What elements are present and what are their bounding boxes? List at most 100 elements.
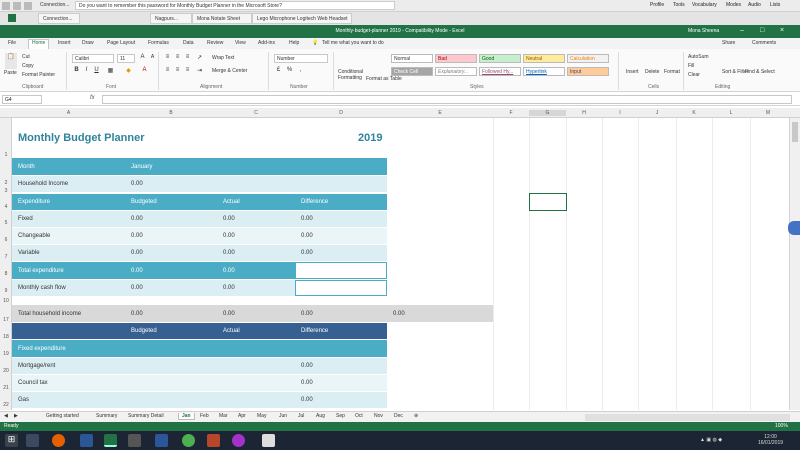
gas-label[interactable]: Gas (12, 392, 125, 408)
mortgage-rent-label[interactable]: Mortgage/rent (12, 358, 125, 374)
style-good[interactable]: Good (479, 54, 521, 63)
paste-icon[interactable]: 📋 (5, 53, 17, 69)
scrollbar-thumb[interactable] (792, 122, 798, 142)
firefox-icon[interactable] (52, 434, 65, 447)
col-header-g[interactable]: G (529, 110, 566, 116)
tab-home[interactable]: Home (28, 39, 50, 49)
sheet-tab-nov[interactable]: Nov (374, 413, 383, 419)
row-variable-label[interactable]: Variable (12, 245, 125, 261)
row-changeable-difference[interactable]: 0.00 (295, 228, 387, 244)
row-header[interactable]: 6 (0, 237, 12, 243)
back-icon[interactable] (2, 2, 10, 10)
total-expenditure-label[interactable]: Total expenditure (12, 262, 125, 279)
vertical-scrollbar[interactable] (789, 118, 800, 410)
row-header[interactable]: 21 (0, 385, 12, 391)
fill-color-icon[interactable]: ◆ (124, 67, 133, 75)
row-variable-difference[interactable]: 0.00 (295, 245, 387, 261)
menu-audio[interactable]: Audio (748, 2, 761, 8)
forward-icon[interactable] (13, 2, 21, 10)
tab-data[interactable]: Data (183, 40, 194, 46)
minimize-icon[interactable]: – (740, 27, 744, 34)
style-hyperlink[interactable]: Hyperlink (523, 67, 565, 76)
col-header-k[interactable]: K (676, 110, 712, 116)
format-as-table-button[interactable]: Format as Table (366, 76, 402, 82)
row-header[interactable]: 9 (0, 288, 12, 294)
row-header[interactable]: 20 (0, 368, 12, 374)
council-tax-budgeted[interactable] (125, 375, 217, 391)
comma-icon[interactable]: , (296, 67, 305, 75)
row-header[interactable]: 8 (0, 271, 12, 277)
underline-icon[interactable]: U (92, 67, 101, 75)
sheet-prev-icon[interactable]: ◀ (4, 413, 8, 419)
grow-font-icon[interactable]: A (138, 54, 147, 62)
row-header[interactable]: 10 (0, 298, 12, 304)
cut-button[interactable]: Cut (22, 54, 30, 60)
col-header-d[interactable]: D (295, 110, 387, 116)
col-header-b[interactable]: B (125, 110, 217, 116)
household-income-value[interactable]: 0.00 (125, 176, 387, 192)
visual-studio-icon[interactable] (80, 434, 93, 447)
menu-profile[interactable]: Profile (650, 2, 664, 8)
col-header-f[interactable]: F (493, 110, 529, 116)
total-household-income-e[interactable]: 0.00 (387, 305, 493, 322)
tell-me-input[interactable]: Tell me what you want to do (322, 40, 384, 46)
percent-icon[interactable]: % (285, 67, 294, 75)
style-bad[interactable]: Bad (435, 54, 477, 63)
app-icon[interactable] (128, 434, 141, 447)
row-variable-budgeted[interactable]: 0.00 (125, 245, 217, 261)
mortgage-rent-difference[interactable]: 0.00 (295, 358, 387, 374)
currency-icon[interactable]: £ (274, 67, 283, 75)
zoom-level[interactable]: 100% (775, 423, 788, 429)
side-panel-badge-icon[interactable] (788, 221, 800, 235)
section2-header-budgeted[interactable]: Budgeted (125, 323, 217, 339)
formula-input[interactable] (102, 95, 792, 104)
col-header-c[interactable]: C (217, 110, 295, 116)
font-color-icon[interactable]: A (140, 67, 149, 75)
clear-button[interactable]: Clear (688, 72, 700, 78)
row-header[interactable]: 19 (0, 351, 12, 357)
excel-taskbar-icon[interactable] (104, 434, 117, 447)
section2-header-blank[interactable] (12, 323, 125, 339)
menu-lists[interactable]: Lists (770, 2, 780, 8)
row-header[interactable]: 7 (0, 254, 12, 260)
sheet-tab-jan[interactable]: Jan (178, 413, 195, 420)
row-header[interactable]: 5 (0, 220, 12, 226)
tab-view[interactable]: View (235, 40, 246, 46)
section2-header-difference[interactable]: Difference (295, 323, 387, 339)
row-header[interactable]: 22 (0, 402, 12, 408)
sheet-tab-summary[interactable]: Summary (96, 413, 117, 419)
fx-icon[interactable]: fx (90, 95, 95, 101)
tab-formulas[interactable]: Formulas (148, 40, 169, 46)
orientation-icon[interactable]: ↗ (195, 54, 204, 62)
sheet-tab-jun[interactable]: Jun (279, 413, 287, 419)
row-header[interactable]: 17 (0, 317, 12, 323)
total-household-income-label[interactable]: Total household income (12, 305, 125, 322)
add-sheet-icon[interactable]: ⊕ (414, 413, 418, 419)
align-right-icon[interactable]: ≡ (183, 67, 192, 75)
col-header-a[interactable]: A (12, 110, 125, 116)
home-icon[interactable] (24, 2, 32, 10)
horizontal-scrollbar[interactable] (585, 414, 790, 421)
tab-draw[interactable]: Draw (82, 40, 94, 46)
tab-page-layout[interactable]: Page Layout (107, 40, 135, 46)
sheet-tab-aug[interactable]: Aug (316, 413, 325, 419)
menu-modes[interactable]: Modes (726, 2, 741, 8)
indent-icon[interactable]: ⇥ (195, 67, 204, 75)
col-header-m[interactable]: M (750, 110, 786, 116)
style-normal[interactable]: Normal (391, 54, 433, 63)
paste-label[interactable]: Paste (4, 70, 17, 76)
row-header[interactable]: 1 (0, 152, 12, 158)
sheet-next-icon[interactable]: ▶ (14, 413, 18, 419)
council-tax-difference[interactable]: 0.00 (295, 375, 387, 391)
row-fixed-label[interactable]: Fixed (12, 211, 125, 227)
menu-vocabulary[interactable]: Vocabulary (692, 2, 717, 8)
task-view-icon[interactable] (26, 434, 39, 447)
council-tax-label[interactable]: Council tax (12, 375, 125, 391)
row-header[interactable]: 4 (0, 204, 12, 210)
row-header[interactable]: 2 (0, 180, 12, 186)
sheet-tab-apr[interactable]: Apr (238, 413, 246, 419)
total-expenditure-difference[interactable] (295, 262, 387, 279)
clock[interactable]: 12:00 16/01/2019 (758, 434, 783, 446)
council-tax-actual[interactable] (217, 375, 295, 391)
maximize-icon[interactable]: □ (760, 27, 764, 34)
